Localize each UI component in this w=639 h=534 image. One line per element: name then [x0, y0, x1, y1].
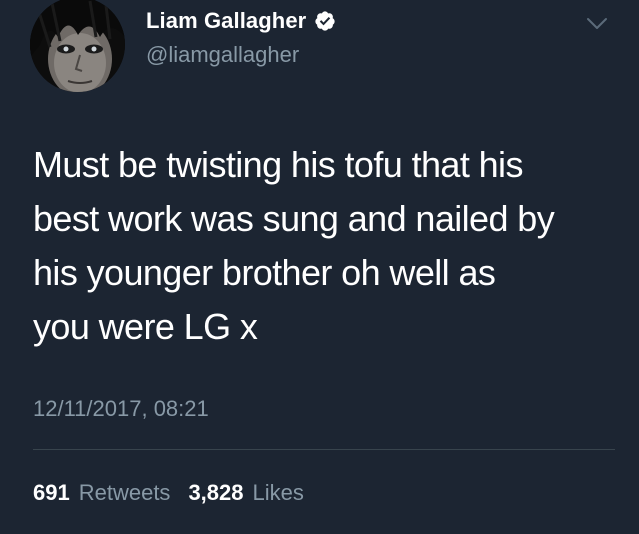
tweet-timestamp[interactable]: 12/11/2017, 08:21	[33, 394, 209, 424]
retweets-count: 691	[33, 480, 70, 505]
tweet-text-line: best work was sung and nailed by	[33, 198, 555, 239]
name-row: Liam Gallagher	[146, 6, 336, 36]
tweet-stats: 691 Retweets 3,828 Likes	[33, 478, 304, 508]
chevron-down-icon[interactable]	[584, 10, 610, 36]
tweet-text: Must be twisting his tofu that his best …	[33, 138, 623, 354]
divider	[33, 449, 615, 450]
retweets-label: Retweets	[78, 480, 171, 505]
likes-label: Likes	[252, 480, 304, 505]
tweet-text-line: you were LG x	[33, 306, 258, 347]
avatar-image	[30, 0, 125, 92]
tweet-text-line: his younger brother oh well as	[33, 252, 496, 293]
likes-count: 3,828	[188, 480, 244, 505]
tweet-card: Liam Gallagher @liamgallagher Must be tw…	[0, 0, 639, 534]
verified-badge-icon	[315, 11, 335, 31]
avatar[interactable]	[30, 0, 125, 92]
retweets-stat[interactable]: 691 Retweets	[33, 478, 170, 508]
tweet-text-line: Must be twisting his tofu that his	[33, 144, 523, 185]
display-name[interactable]: Liam Gallagher	[146, 6, 306, 36]
likes-stat[interactable]: 3,828 Likes	[188, 478, 303, 508]
user-handle[interactable]: @liamgallagher	[146, 41, 299, 69]
